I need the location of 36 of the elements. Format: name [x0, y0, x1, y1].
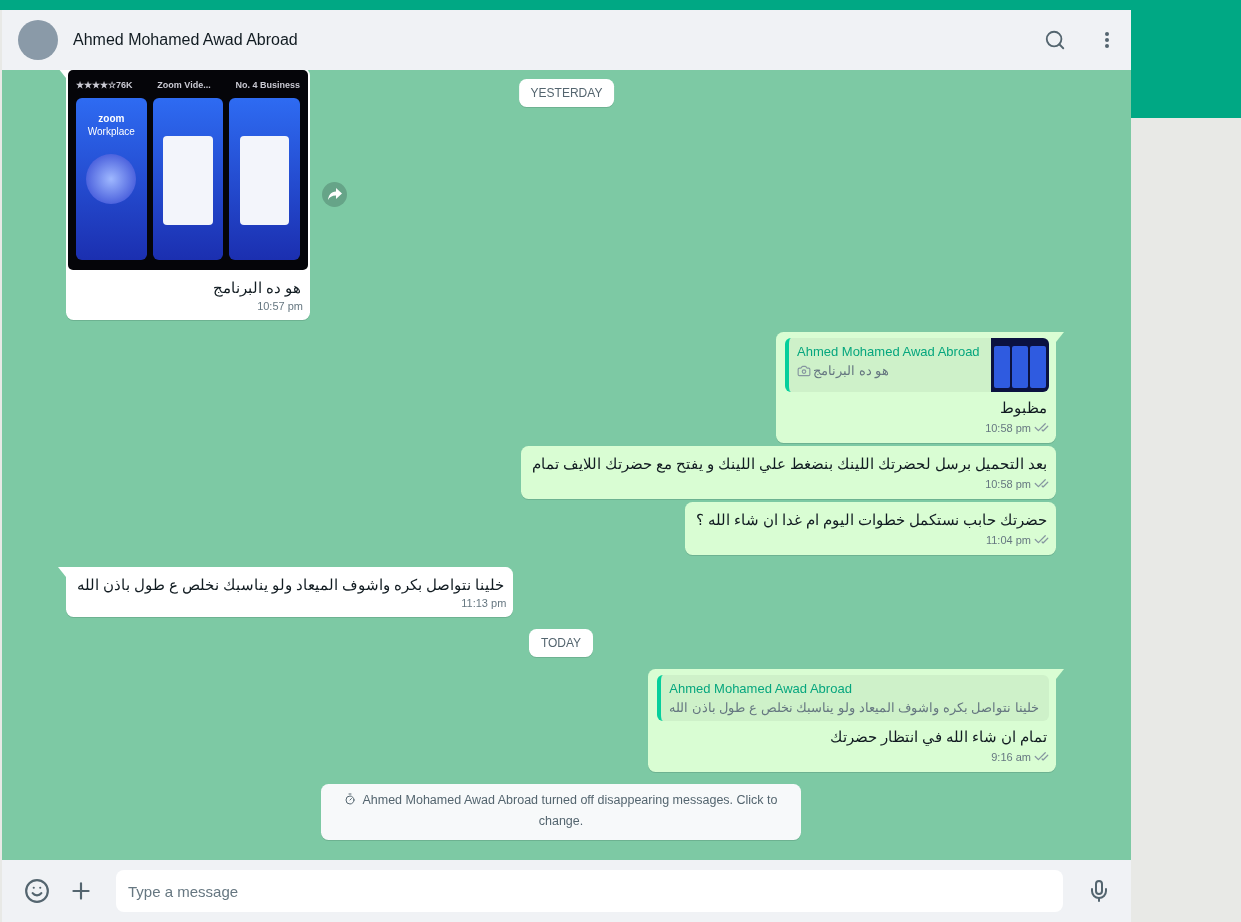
forward-arrow-icon	[327, 188, 342, 200]
menu-icon	[1105, 32, 1109, 48]
quote-author: Ahmed Mohamed Awad Abroad	[669, 681, 853, 696]
date-chip: YESTERDAY	[518, 79, 615, 107]
message-time: 10:57 pm	[257, 300, 303, 312]
search-icon	[1044, 29, 1066, 51]
message-text: تمام ان شاء الله في انتظار حضرتك	[828, 728, 1048, 747]
forward-button[interactable]	[322, 181, 347, 207]
message-input[interactable]: Type a message	[116, 870, 1063, 912]
image-text: Zoom Vide...	[157, 80, 211, 90]
message-text: مظبوط	[999, 399, 1048, 418]
message-text: هو ده البرنامج	[211, 279, 302, 298]
quote-text: هو ده البرنامج	[797, 363, 980, 378]
message-time: 11:04 pm	[985, 533, 1031, 546]
avatar[interactable]	[18, 20, 58, 60]
image-text: Workplace	[87, 125, 135, 138]
image-text: ★★★★☆76K	[76, 80, 133, 90]
image-text: zoom	[98, 112, 125, 125]
message-text: بعد التحميل برسل لحضرتك اللينك بنضغط علي اللينك و يفتح مع حضرتك اللايف تمام	[530, 455, 1048, 474]
message-time: 9:16 am	[991, 750, 1031, 763]
image-thumbnail	[991, 338, 1049, 392]
message-text: خلينا نتواصل بكره واشوف الميعاد ولو يناسبك نخلص ع طول باذن الله	[76, 576, 506, 595]
message-time: 11:13 pm	[461, 597, 507, 609]
message-text: حضرتك حابب نستكمل خطوات اليوم ام غدا ان شاء الله ؟	[694, 511, 1048, 530]
image-text: No. 4 Business	[235, 80, 300, 90]
smiley-icon	[24, 878, 50, 904]
orb-drawing	[86, 154, 137, 204]
camera-icon	[797, 363, 811, 378]
app-screenshot-image[interactable]: ★★★★☆76K Zoom Vide... No. 4 Business zoom Workplace	[68, 70, 308, 270]
date-chip: TODAY	[528, 629, 594, 657]
message-time: 10:58 pm	[985, 477, 1031, 490]
system-notice[interactable]: Ahmed Mohamed Awad Abroad turned off disappearing messages. Click to change.	[321, 784, 801, 840]
quote-text: خلينا نتواصل بكره واشوف الميعاد ولو يناسبك نخلص ع طول باذن الله	[669, 700, 1039, 715]
message-time: 10:58 pm	[985, 421, 1031, 434]
timer-icon	[344, 793, 357, 805]
quote-author: Ahmed Mohamed Awad Abroad	[797, 344, 980, 359]
